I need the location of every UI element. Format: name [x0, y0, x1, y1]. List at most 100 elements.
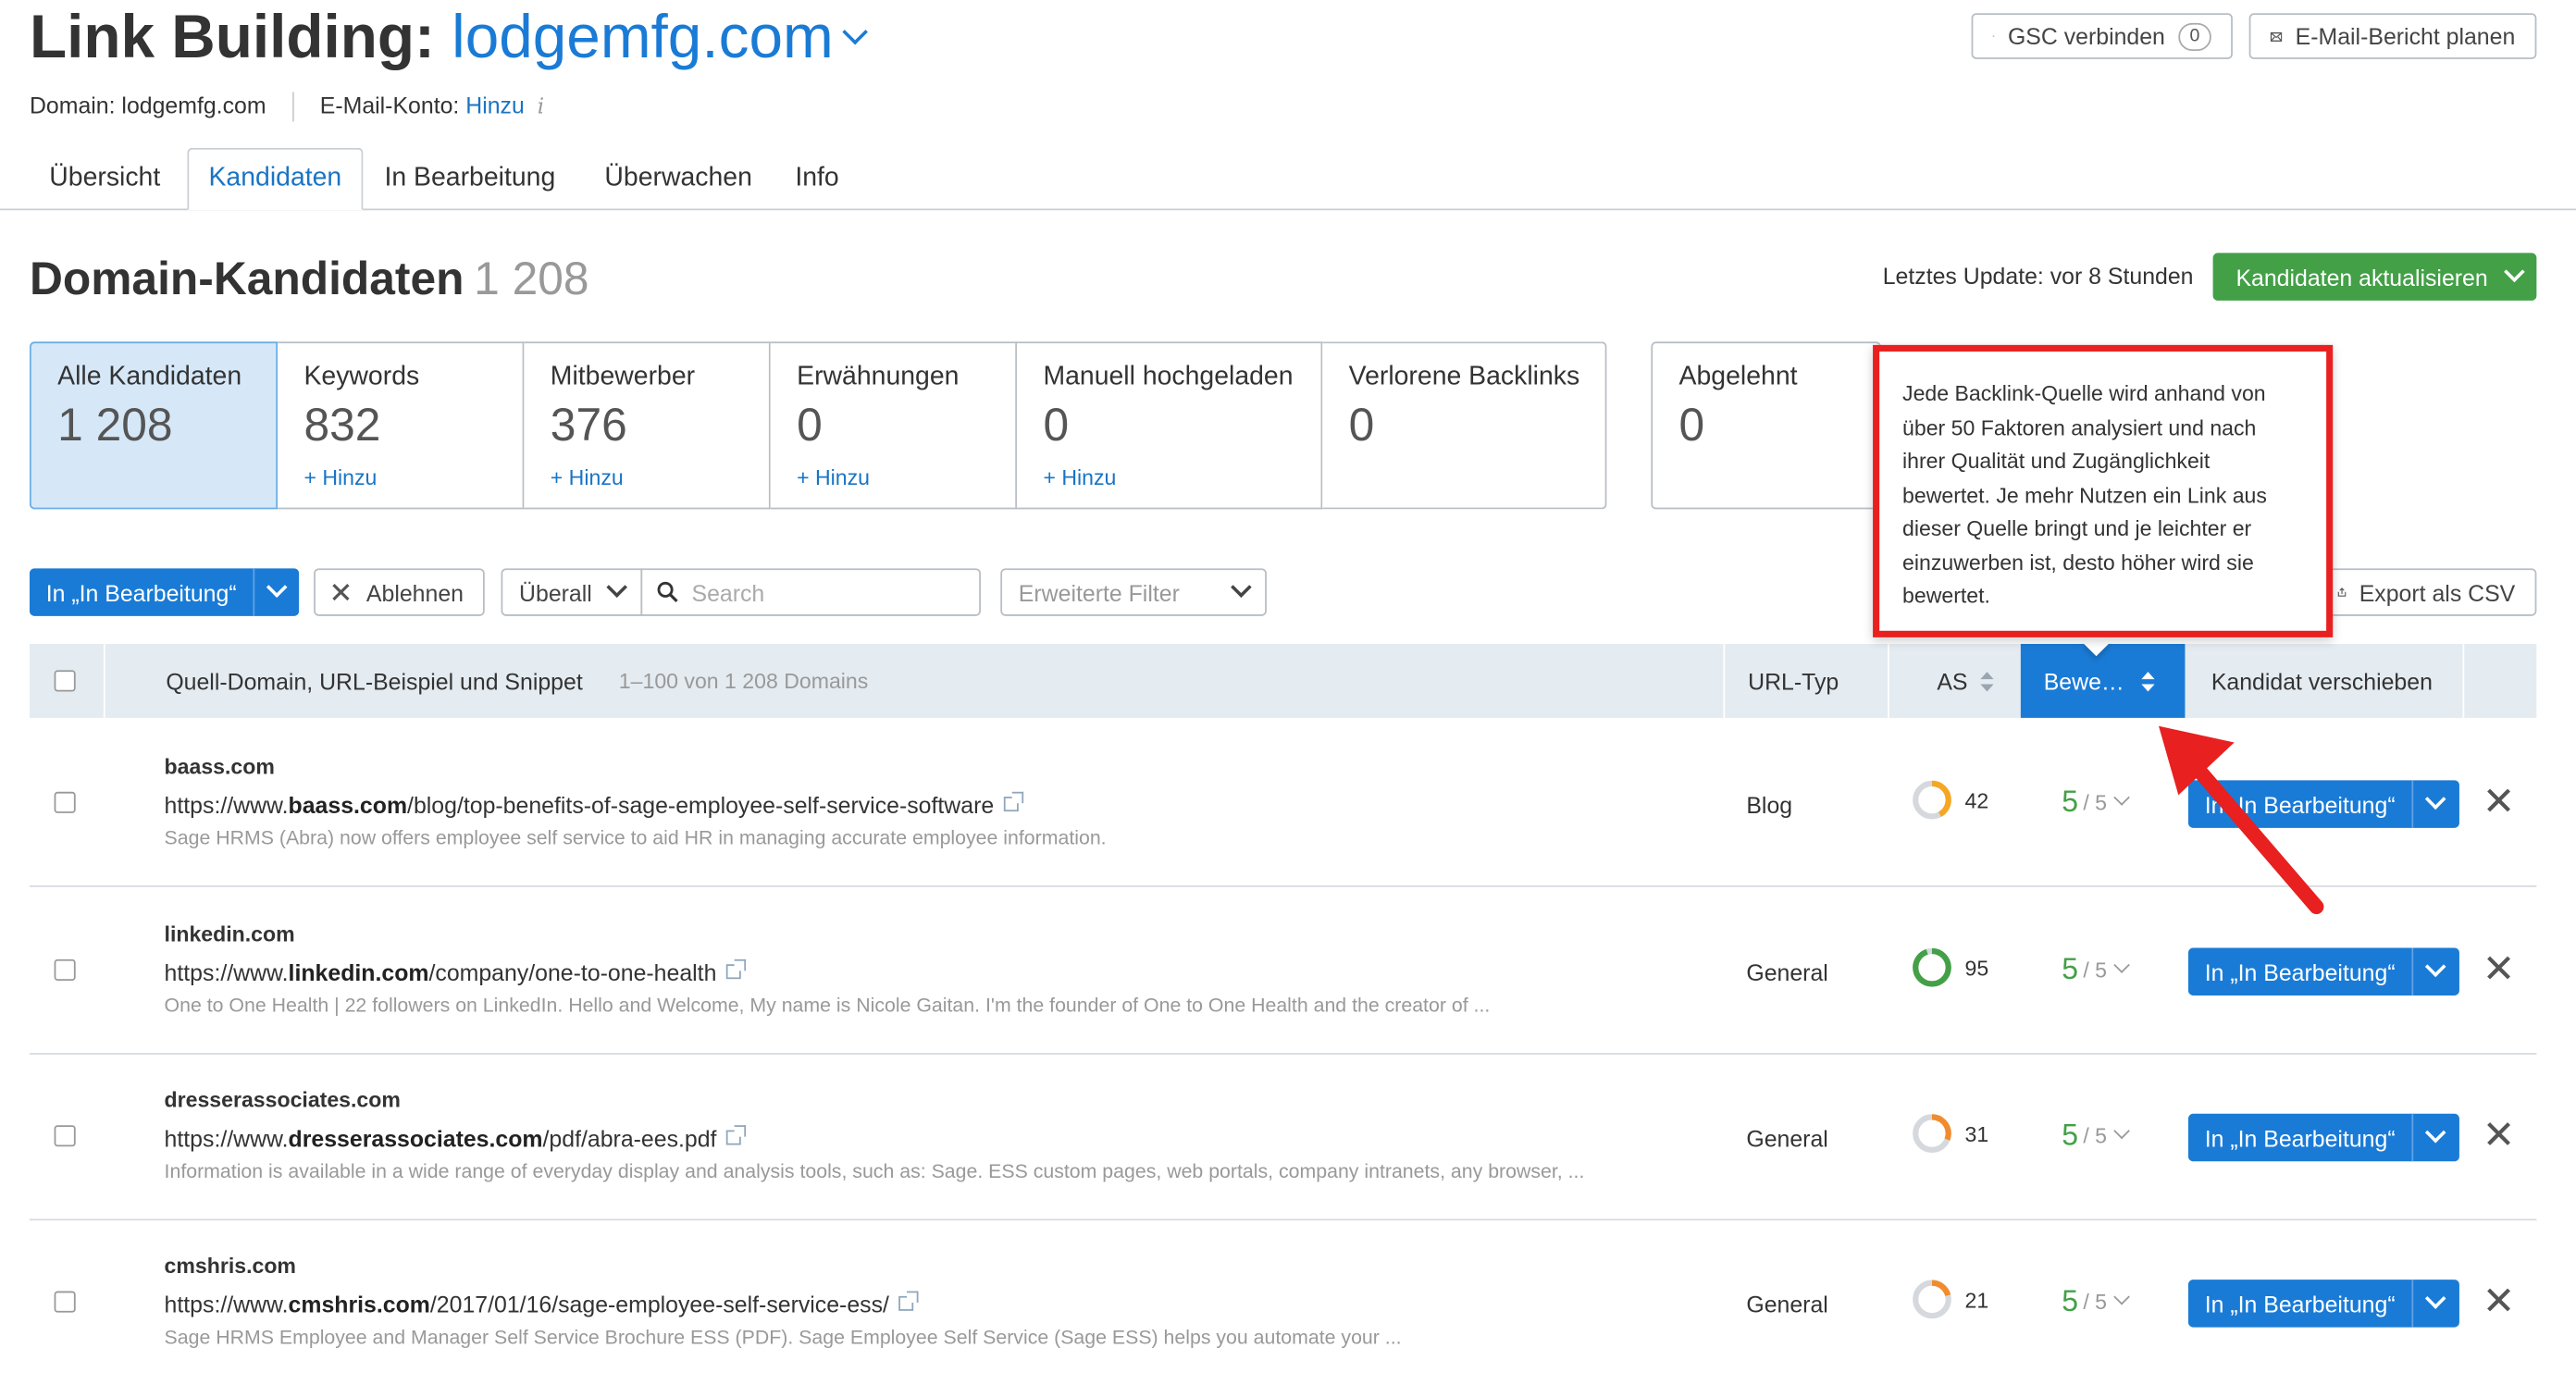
card-rejected[interactable]: Abgelehnt 0	[1651, 341, 1881, 509]
select-all-checkbox[interactable]	[55, 670, 76, 691]
rating[interactable]: 5 / 5	[2062, 1119, 2128, 1153]
reject-button[interactable]: Ablehnen	[314, 568, 485, 615]
card-competitors[interactable]: Mitbewerber 376 + Hinzu	[524, 341, 770, 509]
rating[interactable]: 5 / 5	[2062, 953, 2128, 987]
tab-monitor[interactable]: Überwachen	[585, 148, 772, 209]
move-candidate-dropdown[interactable]	[2411, 1280, 2458, 1327]
card-add-link[interactable]: + Hinzu	[1043, 464, 1294, 489]
refresh-candidates-button[interactable]: Kandidaten aktualisieren	[2213, 253, 2537, 300]
card-keywords[interactable]: Keywords 832 + Hinzu	[278, 341, 524, 509]
schedule-email-label: E-Mail-Bericht planen	[2296, 23, 2516, 49]
chevron-down-icon	[1231, 576, 1252, 598]
reject-row-icon[interactable]: ✕	[2483, 951, 2516, 991]
authority-gauge-icon	[1913, 947, 1952, 987]
chevron-down-icon[interactable]	[843, 19, 869, 45]
external-link-icon[interactable]	[726, 1131, 741, 1145]
source-url[interactable]: https://www.dresserassociates.com/pdf/ab…	[165, 1125, 742, 1151]
move-candidate-label[interactable]: In „In Bearbeitung“	[2188, 1124, 2411, 1150]
email-account-add-link[interactable]: Hinzu	[465, 92, 525, 117]
rating[interactable]: 5 / 5	[2062, 785, 2128, 820]
close-icon	[332, 583, 351, 601]
external-link-icon[interactable]	[726, 964, 741, 979]
snippet: Sage HRMS Employee and Manager Self Serv…	[165, 1326, 1402, 1349]
card-label: Keywords	[303, 363, 496, 392]
col-as[interactable]: AS	[1937, 644, 1994, 718]
card-mentions[interactable]: Erwähnungen 0 + Hinzu	[771, 341, 1017, 509]
scope-select[interactable]: Überall	[502, 568, 643, 615]
move-candidate-label[interactable]: In „In Bearbeitung“	[2188, 958, 2411, 984]
export-icon	[2338, 582, 2347, 603]
chevron-down-icon[interactable]	[2114, 1123, 2131, 1140]
tab-info[interactable]: Info	[775, 148, 859, 209]
card-add-link[interactable]: + Hinzu	[797, 464, 989, 489]
tab-in-progress[interactable]: In Bearbeitung	[365, 148, 575, 209]
gsc-connect-button[interactable]: GSC verbinden 0	[1972, 13, 2233, 59]
card-value: 0	[1679, 399, 1853, 451]
tab-overview[interactable]: Übersicht	[30, 148, 180, 209]
advanced-filter-select[interactable]: Erweiterte Filter	[1000, 568, 1267, 615]
col-rating-label: Bewe…	[2044, 668, 2124, 694]
move-candidate-button[interactable]: In „In Bearbeitung“	[2188, 947, 2459, 995]
reject-row-icon[interactable]: ✕	[2483, 1117, 2516, 1156]
card-label: Erwähnungen	[797, 363, 989, 392]
reject-row-icon[interactable]: ✕	[2483, 784, 2516, 823]
move-to-in-progress-button[interactable]: In „In Bearbeitung“	[30, 568, 299, 615]
row-checkbox[interactable]	[55, 1125, 76, 1146]
export-csv-button[interactable]: Export als CSV	[2316, 568, 2536, 615]
card-label: Alle Kandidaten	[57, 363, 250, 392]
chevron-down-icon	[2426, 957, 2447, 978]
chevron-down-icon[interactable]	[2114, 789, 2131, 806]
rating[interactable]: 5 / 5	[2062, 1284, 2128, 1318]
row-checkbox[interactable]	[55, 959, 76, 981]
rating-value: 5	[2062, 785, 2078, 820]
title-domain[interactable]: lodgemfg.com	[452, 4, 834, 71]
row-checkbox[interactable]	[55, 792, 76, 813]
authority-score: 31	[1913, 1114, 1989, 1154]
move-dropdown-toggle[interactable]	[254, 585, 299, 600]
move-candidate-label[interactable]: In „In Bearbeitung“	[2188, 1291, 2411, 1317]
move-candidate-button[interactable]: In „In Bearbeitung“	[2188, 1114, 2459, 1161]
section-title: Domain-Kandidaten1 208	[30, 253, 589, 305]
external-link-icon[interactable]	[899, 1296, 914, 1311]
meta-line: Domain: lodgemfg.com E-Mail-Konto: Hinzu…	[30, 92, 544, 121]
source-url[interactable]: https://www.baass.com/blog/top-benefits-…	[165, 792, 1019, 818]
url-type: General	[1746, 959, 1827, 985]
move-candidate-button[interactable]: In „In Bearbeitung“	[2188, 1280, 2459, 1327]
search-input[interactable]	[640, 568, 981, 615]
move-candidate-dropdown[interactable]	[2411, 780, 2458, 827]
reject-row-icon[interactable]: ✕	[2483, 1283, 2516, 1323]
chevron-down-icon	[2426, 1288, 2447, 1309]
source-url[interactable]: https://www.linkedin.com/company/one-to-…	[165, 959, 741, 985]
tab-candidates[interactable]: Kandidaten	[187, 148, 363, 210]
chevron-down-icon	[266, 576, 288, 598]
authority-score-value: 21	[1964, 1287, 1988, 1312]
move-candidate-dropdown[interactable]	[2411, 1114, 2458, 1161]
source-domain[interactable]: cmshris.com	[165, 1254, 296, 1279]
source-domain[interactable]: linkedin.com	[165, 921, 295, 946]
authority-gauge-icon	[1913, 1114, 1952, 1154]
card-add-link[interactable]: + Hinzu	[303, 464, 496, 489]
domain-selector[interactable]: lodgemfg.com	[452, 4, 864, 71]
sort-icon	[2141, 670, 2156, 693]
external-link-icon[interactable]	[1004, 797, 1019, 811]
card-add-link[interactable]: + Hinzu	[551, 464, 743, 489]
source-domain[interactable]: dresserassociates.com	[165, 1087, 401, 1112]
chevron-down-icon[interactable]	[2114, 1289, 2131, 1305]
source-domain[interactable]: baass.com	[165, 754, 275, 779]
row-checkbox[interactable]	[55, 1292, 76, 1313]
move-candidate-dropdown[interactable]	[2411, 947, 2458, 995]
chevron-down-icon[interactable]	[2114, 957, 2131, 973]
export-label: Export als CSV	[2359, 579, 2516, 605]
authority-score-value: 95	[1964, 955, 1988, 980]
schedule-email-button[interactable]: E-Mail-Bericht planen	[2249, 13, 2537, 59]
card-all-candidates[interactable]: Alle Kandidaten 1 208	[30, 341, 278, 509]
card-lost-backlinks[interactable]: Verlorene Backlinks 0	[1322, 341, 1606, 509]
source-url[interactable]: https://www.cmshris.com/2017/01/16/sage-…	[165, 1292, 914, 1317]
reject-label: Ablehnen	[366, 579, 464, 605]
card-manual-upload[interactable]: Manuell hochgeladen 0 + Hinzu	[1017, 341, 1322, 509]
title-prefix: Link Building:	[30, 4, 435, 71]
card-value: 0	[1349, 399, 1579, 451]
info-icon[interactable]: i	[538, 95, 544, 120]
col-url-type[interactable]: URL-Typ	[1748, 644, 1839, 718]
card-label: Mitbewerber	[551, 363, 743, 392]
